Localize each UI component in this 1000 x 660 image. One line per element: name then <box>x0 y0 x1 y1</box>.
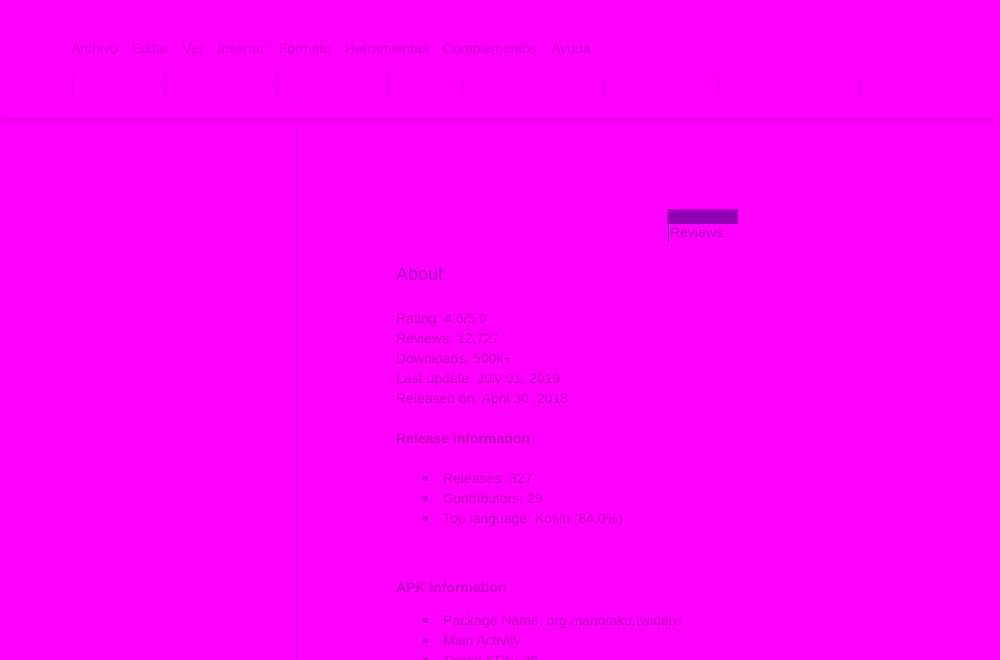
menu-bar: Archivo Editar Ver Insertar Formato Herr… <box>64 38 598 58</box>
stat-released-on: Released on: April 30, 2018 <box>396 390 569 406</box>
bullet-icon <box>423 496 428 501</box>
main-activity: Main Activity <box>443 632 521 648</box>
list-item: Releases: 327 <box>396 468 623 488</box>
bullet-icon <box>423 476 428 481</box>
alignment-group[interactable] <box>718 69 860 97</box>
about-heading: About <box>396 264 444 284</box>
zoom-style-group[interactable] <box>166 69 278 97</box>
top-language: Top language: Kotlin (84.0%) <box>443 510 623 526</box>
menu-insertar[interactable]: Insertar <box>210 38 271 58</box>
stat-reviews: Reviews: 12,727 <box>396 330 500 346</box>
apk-information-heading: APK Information <box>396 579 507 595</box>
list-item: Target SDK: 28 <box>396 650 681 660</box>
release-count: Releases: 327 <box>443 470 533 486</box>
text-style-group[interactable] <box>462 69 604 97</box>
list-item: Package Name: org.mariotaku.twidere <box>396 610 681 630</box>
formatting-toolbar <box>72 66 962 100</box>
menu-ver[interactable]: Ver <box>175 38 210 58</box>
selection-highlight <box>667 209 738 224</box>
selected-word[interactable]: Reviews <box>668 223 723 241</box>
target-sdk: Target SDK: 28 <box>443 652 538 660</box>
bullet-icon <box>423 516 428 521</box>
release-info-list: Releases: 327 Contributors: 29 Top langu… <box>396 468 623 528</box>
stat-downloads: Downloads: 500k+ <box>396 350 512 366</box>
menu-editar[interactable]: Editar <box>125 38 176 58</box>
stat-last-update: Last update: July 01, 2019 <box>396 370 561 386</box>
menu-herramientas[interactable]: Herramientas <box>338 38 436 58</box>
editing-mode-group[interactable] <box>860 69 962 97</box>
contributors-count: Contributors: 29 <box>443 490 543 506</box>
document-page[interactable]: Reviews About Rating: 4.6/5.0 Reviews: 1… <box>297 118 1000 660</box>
undo-redo-print-group[interactable] <box>72 69 166 97</box>
menu-complementos[interactable]: Complementos <box>436 38 544 58</box>
menu-formato[interactable]: Formato <box>272 38 338 58</box>
editor-header: Archivo Editar Ver Insertar Formato Herr… <box>0 0 1000 118</box>
insert-group[interactable] <box>604 69 718 97</box>
stat-rating: Rating: 4.6/5.0 <box>396 310 488 326</box>
apk-info-list: Package Name: org.mariotaku.twidere Main… <box>396 610 681 660</box>
document-outline-panel <box>0 118 297 660</box>
docs-editor-window: Archivo Editar Ver Insertar Formato Herr… <box>0 0 1000 660</box>
app-stats: Rating: 4.6/5.0 Reviews: 12,727 Download… <box>396 308 568 408</box>
package-name: Package Name: org.mariotaku.twidere <box>443 612 682 628</box>
menu-archivo[interactable]: Archivo <box>64 38 125 58</box>
bullet-icon <box>423 638 428 643</box>
font-size-select[interactable] <box>388 69 462 97</box>
list-item: Main Activity <box>396 630 681 650</box>
list-item: Contributors: 29 <box>396 488 623 508</box>
font-family-select[interactable] <box>278 69 388 97</box>
menu-ayuda[interactable]: Ayuda <box>544 38 597 58</box>
bullet-icon <box>423 618 428 623</box>
release-information-heading: Release Information <box>396 430 530 446</box>
list-item: Top language: Kotlin (84.0%) <box>396 508 623 528</box>
